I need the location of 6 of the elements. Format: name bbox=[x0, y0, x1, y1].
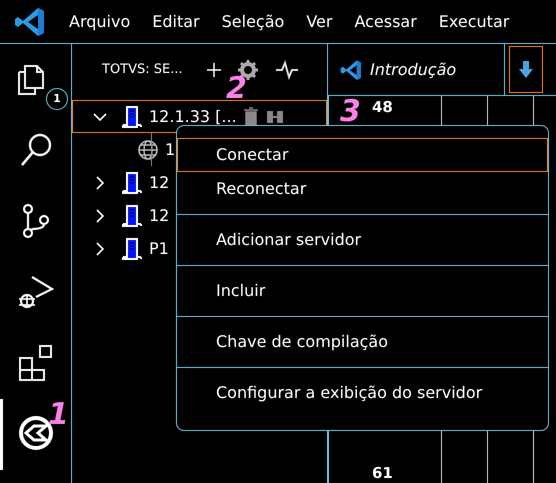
line-number: 48 bbox=[372, 97, 393, 118]
line-number: 61 bbox=[372, 463, 393, 483]
annotation-number: 3 bbox=[340, 97, 361, 127]
count-badge: 1 bbox=[46, 88, 68, 110]
annotation-number: 1 bbox=[48, 400, 69, 430]
sidebar-title: TOTVS: SE... bbox=[102, 61, 183, 80]
